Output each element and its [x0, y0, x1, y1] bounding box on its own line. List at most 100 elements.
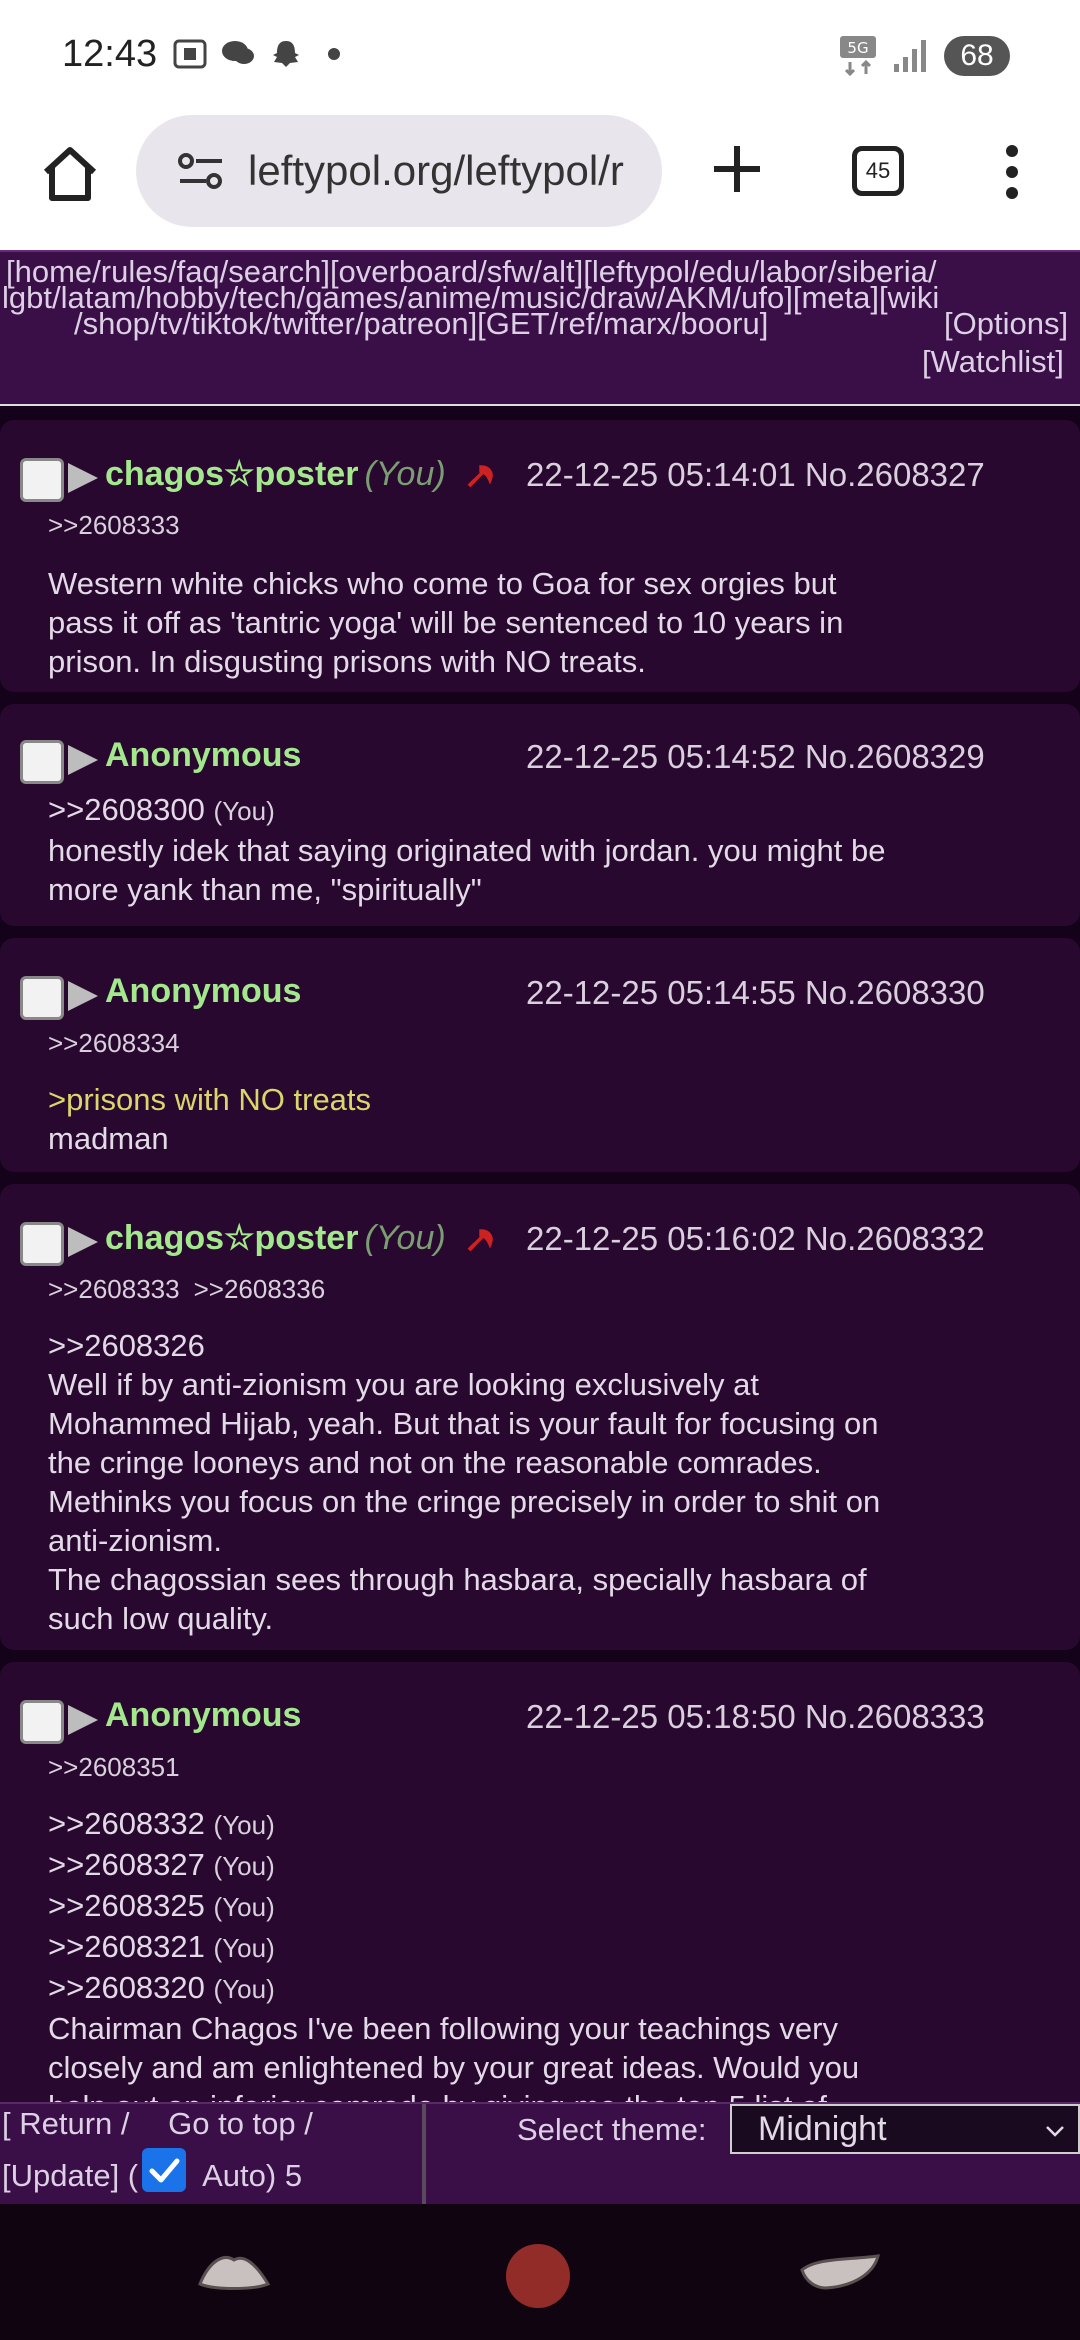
post-select-checkbox[interactable]: [20, 740, 64, 784]
select-theme-label: Select theme:: [517, 2112, 707, 2147]
post-backlinks: >>2608333: [48, 510, 194, 541]
quote-link[interactable]: >>2608332: [48, 1806, 205, 1841]
post-text-line: the cringe looneys and not on the reason…: [48, 1445, 822, 1480]
post: chagos☆poster (You) 22-12-25 05:14:01 No.…: [0, 420, 1080, 692]
auto-update-checkbox[interactable]: [142, 2148, 187, 2192]
quote-link[interactable]: >>2608327: [48, 1847, 205, 1882]
post-number[interactable]: No.2608329: [805, 738, 985, 775]
screenshot-icon: [173, 39, 207, 69]
post-menu-arrow-icon[interactable]: [68, 463, 98, 493]
post-body: Western white chicks who come to Goa for…: [48, 564, 1048, 681]
tab-switcher-button[interactable]: 45: [852, 146, 904, 196]
backlink[interactable]: >>2608334: [48, 1028, 180, 1058]
post-number[interactable]: No.2608332: [805, 1220, 985, 1257]
post-select-checkbox[interactable]: [20, 1700, 64, 1744]
options-link[interactable]: [Options]: [944, 304, 1068, 343]
quote-link[interactable]: >>2608326: [48, 1326, 1048, 1365]
backlink[interactable]: >>2608336: [194, 1274, 326, 1304]
url-text: leftypol.org/leftypol/r: [248, 147, 624, 194]
quote-link[interactable]: >>2608300: [48, 792, 205, 827]
post-backlinks: >>2608351: [48, 1752, 194, 1783]
post-text-line: Methinks you focus on the cringe precise…: [48, 1484, 881, 1519]
you-marker: (You): [213, 1810, 275, 1840]
thread-bottom-bar: [ Return / Go to top / [Update] ( Auto) …: [0, 2102, 1080, 2204]
url-bar[interactable]: leftypol.org/leftypol/r: [136, 115, 662, 227]
status-bar: 12:43 5G 68: [0, 0, 1080, 110]
you-marker: (You): [213, 1851, 275, 1881]
chat-icon: [222, 41, 254, 64]
post-timestamp: 22-12-25 05:14:01 No.2608327: [526, 456, 985, 493]
post-select-checkbox[interactable]: [20, 458, 64, 502]
poster-name: Anonymous: [105, 972, 302, 1010]
thread-links: [ Return / Go to top /: [2, 2106, 313, 2142]
board-navigation: [home/rules/faq/search][overboard/sfw/al…: [0, 250, 1080, 406]
hammer-sickle-flag-icon: [463, 1225, 498, 1256]
dot-icon: [328, 48, 340, 60]
poster-name: chagos☆poster (You): [105, 454, 498, 494]
quote-link[interactable]: >>2608325: [48, 1888, 205, 1923]
post-body: >>2608326 Well if by anti-zionism you ar…: [48, 1326, 1048, 1638]
quote-link[interactable]: >>2608321: [48, 1929, 205, 1964]
checkmark-icon: [149, 2158, 180, 2183]
theme-select[interactable]: Midnight: [730, 2104, 1080, 2154]
site-settings-icon[interactable]: [176, 151, 226, 191]
quote-link[interactable]: >>2608320: [48, 1970, 205, 2005]
post-text-line: more yank than me, "spiritually": [48, 872, 482, 907]
you-marker: (You): [213, 1892, 275, 1922]
home-icon[interactable]: [38, 142, 102, 206]
post-text-line: honestly idek that saying originated wit…: [48, 833, 886, 868]
new-tab-icon[interactable]: [708, 140, 766, 198]
watchlist-link[interactable]: [Watchlist]: [922, 342, 1064, 381]
return-link[interactable]: [ Return /: [2, 2106, 130, 2141]
post-backlinks: >>2608333 >>2608336: [48, 1274, 339, 1305]
post-menu-arrow-icon[interactable]: [68, 1705, 98, 1735]
post-timestamp: 22-12-25 05:18:50 No.2608333: [526, 1698, 985, 1735]
post-body: >>2608300 (You) honestly idek that sayin…: [48, 790, 1048, 909]
post-select-checkbox[interactable]: [20, 976, 64, 1020]
post-menu-arrow-icon[interactable]: [68, 981, 98, 1011]
browser-toolbar: leftypol.org/leftypol/r 45: [0, 110, 1080, 250]
post-text-line: madman: [48, 1121, 169, 1156]
post-timestamp: 22-12-25 05:16:02 No.2608332: [526, 1220, 985, 1257]
post: Anonymous 22-12-25 05:18:50 No.2608333 >…: [0, 1662, 1080, 2102]
more-menu-icon[interactable]: [1003, 144, 1021, 200]
system-navigation-bar: [0, 2204, 1080, 2340]
backlink[interactable]: >>2608351: [48, 1752, 180, 1782]
post-select-checkbox[interactable]: [20, 1222, 64, 1266]
post-number[interactable]: No.2608333: [805, 1698, 985, 1735]
post-number[interactable]: No.2608330: [805, 974, 985, 1011]
post-backlinks: >>2608334: [48, 1028, 194, 1059]
you-marker: (You): [364, 1219, 446, 1257]
post-text-line: such low quality.: [48, 1601, 274, 1636]
post-menu-arrow-icon[interactable]: [68, 1227, 98, 1257]
greentext-line: >prisons with NO treats: [48, 1082, 372, 1117]
thread-actions: [ Return / Go to top / [Update] ( Auto) …: [0, 2104, 426, 2204]
battery-indicator: 68: [944, 36, 1010, 76]
backlink[interactable]: >>2608333: [48, 1274, 180, 1304]
home-gesture-button[interactable]: [506, 2244, 570, 2308]
post-number[interactable]: No.2608327: [805, 456, 985, 493]
post-text-line: pass it off as 'tantric yoga' will be se…: [48, 605, 844, 640]
signal-icon: [894, 40, 926, 72]
thread-posts: chagos☆poster (You) 22-12-25 05:14:01 No.…: [0, 408, 1080, 2102]
post-text-line: Western white chicks who come to Goa for…: [48, 566, 837, 601]
poster-name: Anonymous: [105, 1696, 302, 1734]
backlink[interactable]: >>2608333: [48, 510, 180, 540]
status-system-icons: 5G 68: [840, 36, 1010, 76]
post-text-line: help out an inferior comrade by giving m…: [48, 2087, 1048, 2102]
post-timestamp: 22-12-25 05:14:52 No.2608329: [526, 738, 985, 775]
post-menu-arrow-icon[interactable]: [68, 745, 98, 775]
go-to-top-link[interactable]: Go to top /: [168, 2106, 313, 2141]
post: Anonymous 22-12-25 05:14:52 No.2608329 >…: [0, 704, 1080, 926]
post-text-line: Well if by anti-zionism you are looking …: [48, 1367, 760, 1402]
board-nav-line-3[interactable]: /shop/tv/tiktok/twitter/patreon][GET/ref…: [74, 304, 768, 343]
poster-name: Anonymous: [105, 736, 302, 774]
back-gesture-icon[interactable]: [194, 2244, 274, 2300]
recent-apps-gesture-icon[interactable]: [796, 2248, 884, 2296]
you-marker: (You): [213, 1974, 275, 2004]
auto-update-label: Auto) 5: [202, 2158, 303, 2193]
poster-name: chagos☆poster (You): [105, 1218, 498, 1258]
post: Anonymous 22-12-25 05:14:55 No.2608330 >…: [0, 938, 1080, 1172]
update-link[interactable]: [Update] (: [2, 2158, 138, 2194]
you-marker: (You): [213, 796, 275, 826]
